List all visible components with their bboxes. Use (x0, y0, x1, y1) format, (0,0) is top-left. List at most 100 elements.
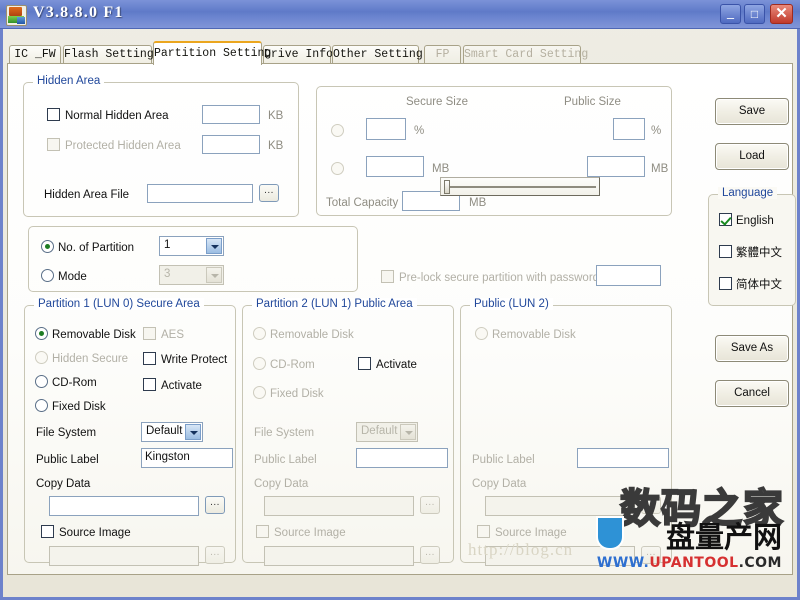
partition1-group: Partition 1 (LUN 0) Secure Area Removabl… (24, 305, 236, 563)
partition2-fixed-disk-radio (253, 386, 266, 399)
save-button[interactable]: Save (715, 98, 789, 125)
language-simplified-chinese-checkbox[interactable] (719, 277, 732, 290)
partition1-aes-label: AES (161, 329, 184, 342)
size-mode-mb-radio[interactable] (331, 162, 344, 175)
minimize-icon: – (721, 11, 740, 24)
maximize-button[interactable]: □ (744, 4, 765, 24)
partition2-copy-data-label: Copy Data (254, 478, 308, 491)
public-lun2-legend: Public (LUN 2) (470, 298, 553, 310)
secure-percent-input[interactable] (366, 118, 406, 140)
partition2-file-system-select: Default (356, 422, 418, 442)
tab-smart-card-setting: Smart Card Setting (463, 45, 581, 63)
partition1-source-image-input (49, 546, 199, 566)
partition1-file-system-value: Default (146, 425, 182, 437)
language-traditional-chinese-label: 繁體中文 (736, 246, 782, 259)
partition2-source-image-checkbox (256, 525, 269, 538)
secure-mb-input[interactable] (366, 156, 424, 177)
partition1-public-label-label: Public Label (36, 454, 99, 467)
chevron-down-icon-mode (206, 267, 222, 283)
normal-hidden-area-checkbox[interactable] (47, 108, 60, 121)
tab-content-panel: Hidden Area Normal Hidden Area KB Protec… (7, 63, 793, 575)
hidden-area-file-label: Hidden Area File (44, 189, 129, 202)
partition2-legend: Partition 2 (LUN 1) Public Area (252, 298, 417, 310)
partition1-removable-disk-radio[interactable] (35, 327, 48, 340)
partition1-copy-data-browse-button[interactable]: ... (205, 496, 225, 514)
close-button[interactable]: ✕ (770, 4, 793, 24)
tab-other-setting[interactable]: Other Setting (332, 45, 419, 63)
partition2-removable-disk-label: Removable Disk (270, 329, 354, 342)
size-slider-track-line (446, 186, 596, 188)
partition1-fixed-disk-label: Fixed Disk (52, 401, 106, 414)
window-title: V3.8.8.0 F1 (33, 4, 124, 22)
partition-setting-body: Hidden Area Normal Hidden Area KB Protec… (8, 64, 792, 574)
mode-radio[interactable] (41, 269, 54, 282)
language-traditional-chinese-checkbox[interactable] (719, 245, 732, 258)
protected-hidden-area-input[interactable] (202, 135, 260, 154)
partition1-copy-data-input[interactable] (49, 496, 199, 516)
partition1-write-protect-label: Write Protect (161, 354, 227, 367)
chevron-down-icon-fs1[interactable] (185, 424, 201, 440)
total-capacity-unit: MB (469, 197, 486, 210)
title-bar: V3.8.8.0 F1 – □ ✕ (0, 0, 800, 29)
partition2-file-system-value: Default (361, 425, 397, 437)
prelock-password-input[interactable] (596, 265, 661, 286)
minimize-button[interactable]: – (720, 4, 741, 24)
protected-hidden-area-unit: KB (268, 140, 283, 153)
chevron-down-icon[interactable] (206, 238, 222, 254)
partition1-hidden-secure-radio (35, 351, 48, 364)
size-slider-thumb[interactable] (444, 180, 450, 194)
partition-mode-group: No. of Partition 1 Mode 3 (28, 226, 358, 292)
public-percent-input[interactable] (613, 118, 645, 140)
tab-partition-setting[interactable]: Partition Setting (153, 41, 262, 65)
mode-select: 3 (159, 265, 224, 285)
partition2-cdrom-label: CD-Rom (270, 359, 315, 372)
normal-hidden-area-label: Normal Hidden Area (65, 110, 169, 123)
no-of-partition-select[interactable]: 1 (159, 236, 224, 256)
public-lun2-copy-data-browse-button: ... (641, 496, 661, 514)
tab-drive-info[interactable]: Drive Info (263, 45, 331, 63)
save-as-button[interactable]: Save As (715, 335, 789, 362)
prelock-checkbox[interactable] (381, 270, 394, 283)
secure-percent-unit: % (414, 125, 424, 138)
partition1-write-protect-checkbox[interactable] (143, 352, 156, 365)
maximize-icon: □ (745, 5, 764, 23)
watermark-url-tld: .COM (739, 555, 782, 571)
partition1-cdrom-label: CD-Rom (52, 377, 97, 390)
tab-ic-fw[interactable]: IC _FW (9, 45, 61, 63)
public-lun2-public-label-input[interactable] (577, 448, 669, 468)
size-slider[interactable] (440, 177, 600, 196)
partition2-file-system-label: File System (254, 427, 314, 440)
normal-hidden-area-input[interactable] (202, 105, 260, 124)
no-of-partition-radio[interactable] (41, 240, 54, 253)
partition1-cdrom-radio[interactable] (35, 375, 48, 388)
application-window: V3.8.8.0 F1 – □ ✕ IC _FW Flash Setting P… (0, 0, 800, 600)
hidden-area-file-browse-button[interactable]: ... (259, 184, 279, 202)
language-group: Language English 繁體中文 简体中文 (708, 194, 796, 306)
public-mb-input[interactable] (587, 156, 645, 177)
public-lun2-group: Public (LUN 2) Removable Disk Public Lab… (460, 305, 672, 563)
partition2-cdrom-radio (253, 357, 266, 370)
partition1-hidden-secure-label: Hidden Secure (52, 353, 128, 366)
load-button[interactable]: Load (715, 143, 789, 170)
partition1-activate-checkbox[interactable] (143, 378, 156, 391)
partition1-public-label-input[interactable]: Kingston (141, 448, 233, 468)
partition2-public-label-input[interactable] (356, 448, 448, 468)
language-english-checkbox[interactable] (719, 213, 732, 226)
cancel-button[interactable]: Cancel (715, 380, 789, 407)
watermark-cn-line2: 盘量产网 (666, 514, 782, 556)
language-english-label: English (736, 215, 774, 228)
language-simplified-chinese-label: 简体中文 (736, 278, 782, 291)
partition2-activate-checkbox[interactable] (358, 357, 371, 370)
partition1-file-system-select[interactable]: Default (141, 422, 203, 442)
partition2-source-image-browse-button: ... (420, 546, 440, 564)
secure-mb-unit: MB (432, 163, 449, 176)
partition1-source-image-checkbox[interactable] (41, 525, 54, 538)
public-percent-unit: % (651, 125, 661, 138)
partition1-fixed-disk-radio[interactable] (35, 399, 48, 412)
public-lun2-public-label-label: Public Label (472, 454, 535, 467)
size-mode-percent-radio[interactable] (331, 124, 344, 137)
partition1-aes-checkbox (143, 327, 156, 340)
tab-flash-setting[interactable]: Flash Setting (63, 45, 152, 63)
hidden-area-legend: Hidden Area (33, 75, 104, 87)
hidden-area-file-input[interactable] (147, 184, 253, 203)
